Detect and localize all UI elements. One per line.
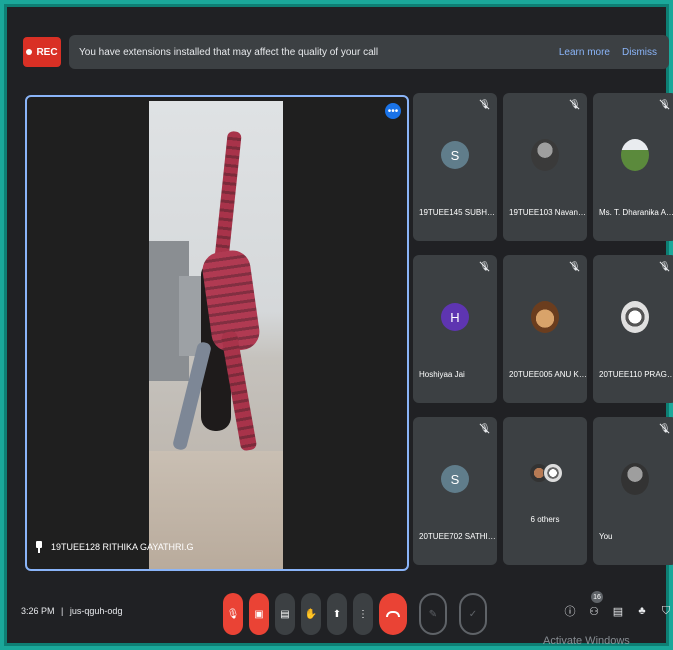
participant-tile[interactable]: 🎙 S 20TUEE702 SATHISK... [413, 417, 497, 565]
mic-off-icon: 🎙 [569, 99, 581, 109]
meeting-code: jus-qguh-odg [69, 606, 123, 616]
participant-tile[interactable]: 🎙 S 19TUEE145 SUBHA N... [413, 93, 497, 241]
pinned-name-label: 19TUEE128 RITHIKA GAYATHRI.G [35, 541, 194, 553]
participant-name: Ms. T. Dharanika Ass... [599, 208, 673, 217]
avatar [531, 301, 559, 333]
mic-toggle-button[interactable]: 🎙 [223, 593, 243, 635]
more-options-icon[interactable]: ••• [385, 103, 401, 119]
self-tile[interactable]: 🎙 You [593, 417, 673, 565]
rec-dot-icon [26, 49, 33, 55]
call-controls: 🎙 ▣ ▤ ✋ ⬆ ⋮ ✎ ✓ [223, 593, 487, 635]
mic-off-icon: 🎙 [569, 261, 581, 271]
raise-hand-button[interactable]: ✋ [301, 593, 321, 635]
chat-icon[interactable]: ▤ [611, 603, 625, 619]
participant-name: 20TUEE005 ANU KE... [509, 370, 587, 379]
separator: | [61, 606, 64, 616]
mic-off-icon: 🎙 [479, 423, 491, 433]
activities-icon[interactable]: ♣ [635, 603, 649, 619]
dismiss-button[interactable]: Dismiss [622, 47, 657, 58]
rec-label: REC [36, 46, 58, 58]
captions-icon: ▤ [280, 608, 290, 620]
extension-button-2[interactable]: ✓ [459, 593, 487, 635]
captions-button[interactable]: ▤ [275, 593, 295, 635]
recording-badge: REC [23, 37, 61, 67]
windows-activation-watermark: Activate Windows [543, 635, 630, 647]
people-count-badge: 16 [591, 591, 603, 603]
others-avatars [529, 463, 563, 485]
extensions-banner: You have extensions installed that may a… [69, 35, 669, 69]
avatar: H [441, 303, 469, 331]
present-icon: ⬆ [332, 608, 342, 620]
mic-off-icon: 🎙 [659, 99, 671, 109]
participant-video [149, 101, 283, 569]
check-icon: ✓ [468, 608, 478, 620]
hand-icon: ✋ [304, 608, 318, 620]
mic-off-icon: 🎙 [479, 99, 491, 109]
pin-icon [35, 541, 43, 553]
mic-off-icon: 🎙 [659, 261, 671, 271]
camera-off-icon: ▣ [254, 608, 264, 620]
banner-message: You have extensions installed that may a… [79, 46, 379, 58]
mic-off-icon: 🎙 [226, 608, 240, 620]
host-controls-icon[interactable]: ⛉ [659, 603, 673, 619]
avatar [531, 139, 559, 171]
camera-toggle-button[interactable]: ▣ [249, 593, 269, 635]
mic-off-icon: 🎙 [479, 261, 491, 271]
avatar: S [441, 465, 469, 493]
more-vert-icon: ⋮ [358, 608, 368, 620]
pinned-participant-tile[interactable]: ••• 19TUEE128 RITHIKA GAYATHRI.G [25, 95, 409, 571]
participant-name: 19TUEE103 Navanee... [509, 208, 587, 217]
others-label: 6 others [530, 515, 560, 524]
participant-name: You [599, 532, 613, 541]
avatar [621, 139, 649, 171]
meeting-details-icon[interactable]: ⓘ [563, 603, 577, 619]
participant-tile[interactable]: 🎙 20TUEE005 ANU KE... [503, 255, 587, 403]
present-button[interactable]: ⬆ [327, 593, 347, 635]
leave-call-button[interactable] [379, 593, 407, 635]
people-icon[interactable]: 16 ⚇ [587, 591, 603, 619]
side-panel-icons: ⓘ 16 ⚇ ▤ ♣ ⛉ [563, 591, 673, 619]
bottom-bar: 3:26 PM | jus-qguh-odg 🎙 ▣ ▤ ✋ ⬆ ⋮ ✎ ✓ ⓘ… [7, 589, 672, 649]
participant-tile[interactable]: 🎙 20TUEE110 PRAGAD... [593, 255, 673, 403]
top-bar: REC You have extensions installed that m… [17, 29, 669, 75]
others-tile[interactable]: 6 others [503, 417, 587, 565]
participant-tile[interactable]: 🎙 Ms. T. Dharanika Ass... [593, 93, 673, 241]
extension-button[interactable]: ✎ [419, 593, 447, 635]
avatar: S [441, 141, 469, 169]
more-options-button[interactable]: ⋮ [353, 593, 373, 635]
participant-tile[interactable]: 🎙 19TUEE103 Navanee... [503, 93, 587, 241]
hangup-icon [386, 611, 400, 617]
pinned-participant-name: 19TUEE128 RITHIKA GAYATHRI.G [51, 542, 194, 552]
participant-tile[interactable]: 🎙 H Hoshiyaa Jai [413, 255, 497, 403]
participant-name: 19TUEE145 SUBHA N... [419, 208, 497, 217]
mic-off-icon: 🎙 [659, 423, 671, 433]
participant-name: 20TUEE110 PRAGAD... [599, 370, 673, 379]
participant-name: Hoshiyaa Jai [419, 370, 465, 379]
avatar [621, 301, 649, 333]
meet-window: REC You have extensions installed that m… [4, 4, 673, 649]
learn-more-link[interactable]: Learn more [559, 47, 610, 58]
avatar [621, 463, 649, 495]
clock: 3:26 PM [21, 606, 55, 616]
participant-name: 20TUEE702 SATHISK... [419, 532, 497, 541]
pen-icon: ✎ [428, 608, 438, 620]
meeting-info: 3:26 PM | jus-qguh-odg [21, 606, 122, 616]
